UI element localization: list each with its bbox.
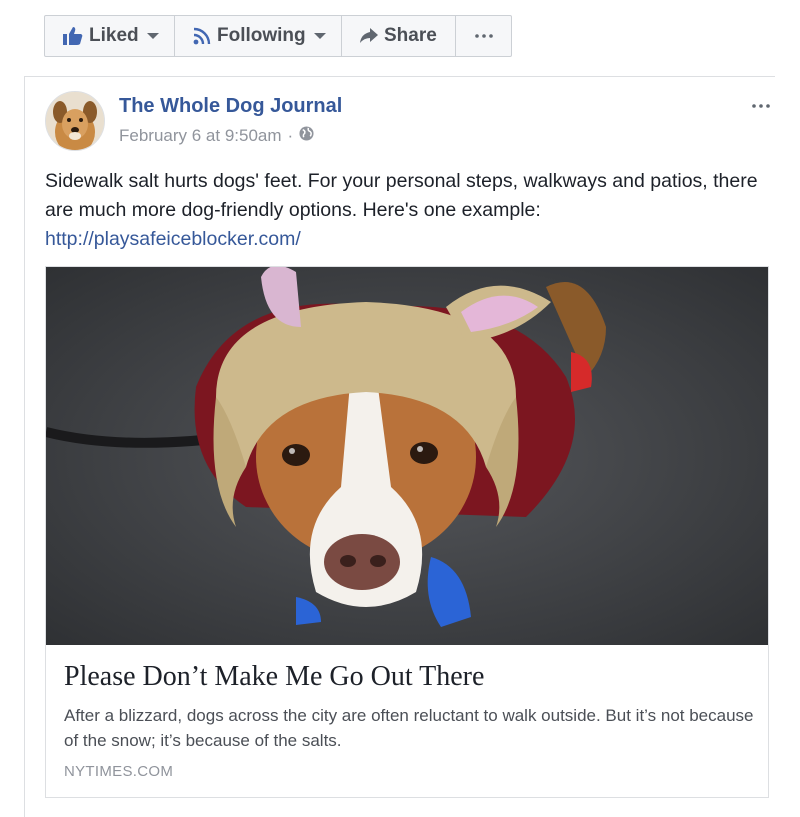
thumbs-up-icon — [63, 27, 83, 45]
post-body: Sidewalk salt hurts dogs' feet. For your… — [45, 170, 758, 221]
more-options-button[interactable] — [456, 16, 511, 56]
post-text: Sidewalk salt hurts dogs' feet. For your… — [45, 167, 775, 254]
globe-icon[interactable] — [299, 126, 314, 146]
link-preview[interactable]: Please Don’t Make Me Go Out There After … — [45, 266, 769, 798]
page-action-bar: Liked Following Share — [44, 15, 512, 57]
meta-separator: · — [287, 126, 294, 145]
share-label: Share — [384, 25, 437, 46]
preview-domain: NYTIMES.COM — [64, 763, 174, 780]
dog-avatar-icon — [46, 92, 104, 150]
post-meta: February 6 at 9:50am · — [119, 126, 314, 146]
chevron-down-icon — [313, 33, 326, 39]
share-button[interactable]: Share — [342, 16, 456, 56]
rss-feed-icon — [193, 27, 211, 45]
following-label: Following — [217, 25, 306, 46]
following-button[interactable]: Following — [175, 16, 342, 56]
post-external-link[interactable]: http://playsafeiceblocker.com/ — [45, 225, 775, 254]
post-options-button[interactable] — [751, 95, 771, 113]
liked-button[interactable]: Liked — [45, 16, 175, 56]
avatar[interactable] — [45, 91, 105, 151]
ellipsis-icon — [474, 34, 494, 38]
ellipsis-icon — [751, 95, 771, 112]
page-name-link[interactable]: The Whole Dog Journal — [119, 95, 342, 118]
chevron-down-icon — [146, 33, 159, 39]
preview-image — [46, 267, 768, 645]
preview-description: After a blizzard, dogs across the city a… — [64, 706, 754, 750]
liked-label: Liked — [89, 25, 139, 46]
post-card: The Whole Dog Journal February 6 at 9:50… — [24, 76, 775, 817]
dog-in-knit-hat-image — [46, 267, 768, 645]
share-arrow-icon — [360, 28, 378, 44]
preview-title[interactable]: Please Don’t Make Me Go Out There — [64, 661, 484, 693]
post-timestamp[interactable]: February 6 at 9:50am — [119, 126, 282, 146]
